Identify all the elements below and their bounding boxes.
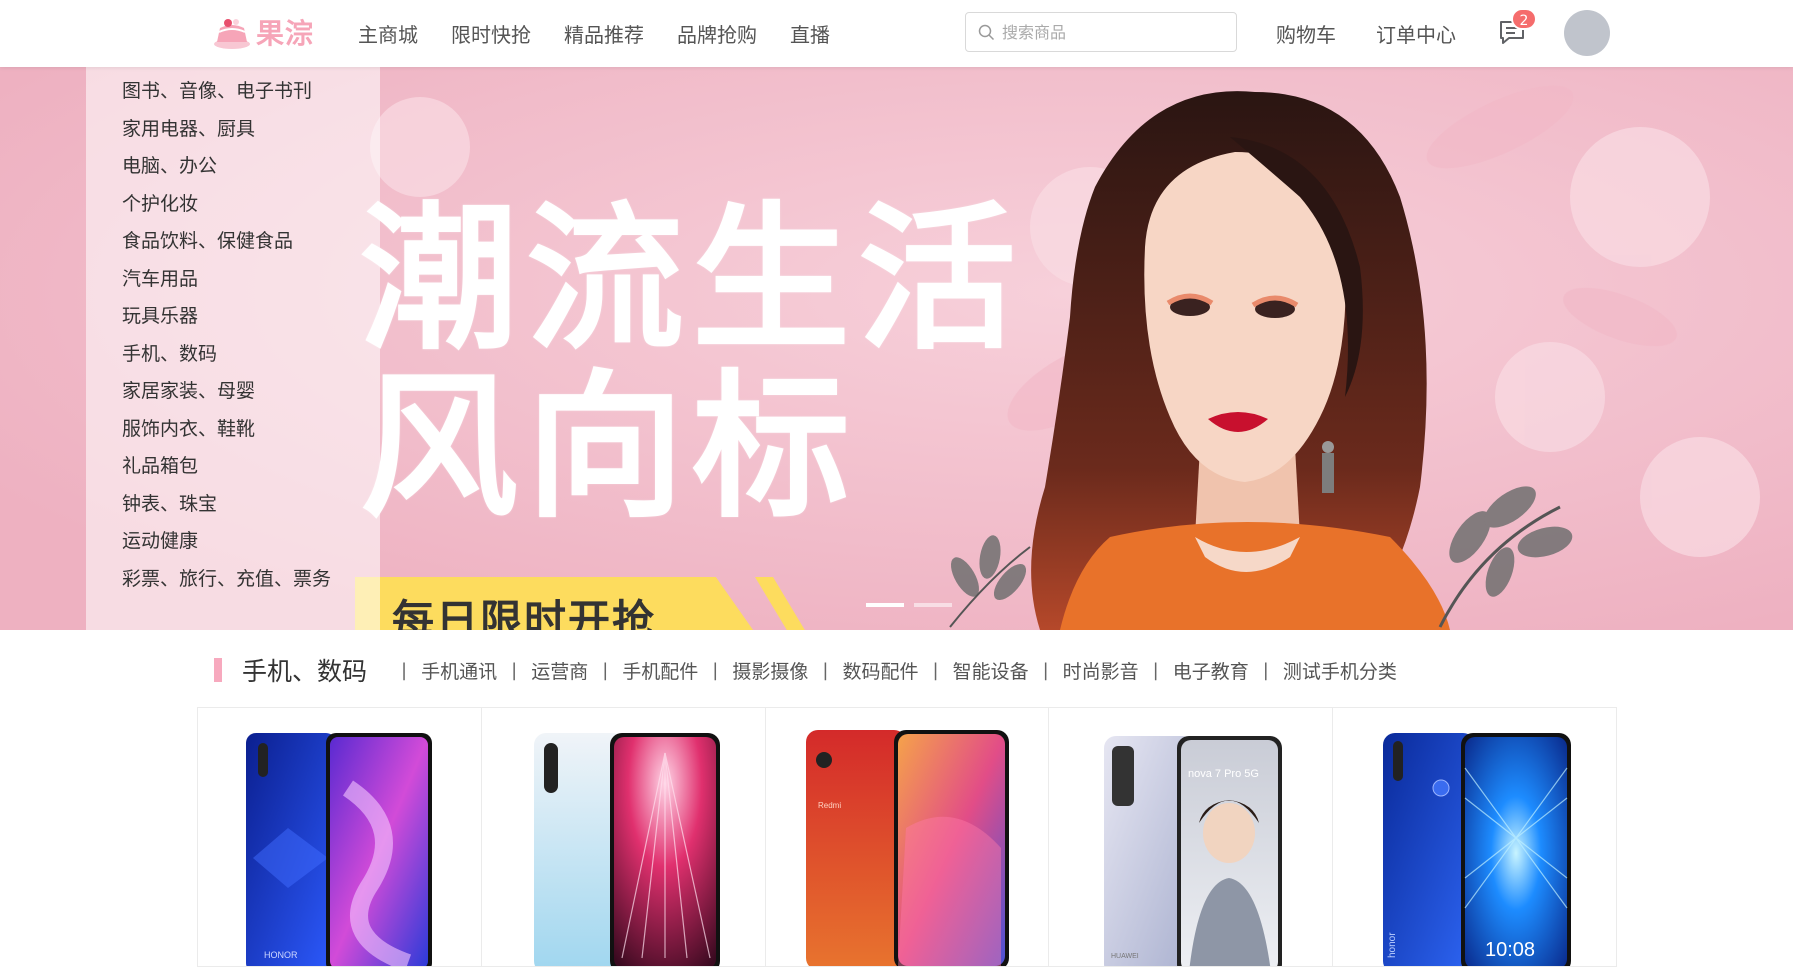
category-item[interactable]: 礼品箱包 (86, 448, 380, 486)
avatar[interactable] (1564, 10, 1610, 56)
cake-logo-icon (214, 19, 250, 49)
site-logo[interactable]: 果淙 (212, 12, 314, 52)
sublink-phone-accessories[interactable]: 手机配件 (622, 657, 698, 684)
separator: | (1262, 659, 1269, 681)
separator: | (401, 659, 408, 681)
carousel-indicators (866, 603, 962, 607)
nav-brand-sale[interactable]: 品牌抢购 (677, 19, 757, 48)
nav-live[interactable]: 直播 (790, 19, 830, 48)
flash-sale-text: 每日限时开抢 (392, 596, 657, 630)
category-item[interactable]: 玩具乐器 (86, 298, 380, 336)
category-item[interactable]: 汽车用品 (86, 261, 380, 299)
separator: | (1152, 659, 1159, 681)
sublink-fashion-audio[interactable]: 时尚影音 (1063, 657, 1139, 684)
phones-section-header: 手机、数码 | 手机通讯 | 运营商 | 手机配件 | 摄影摄像 | 数码配件 … (214, 652, 1397, 688)
product-card[interactable]: HUAWEI nova 7 Pro 5G (1048, 707, 1334, 967)
sublink-camera[interactable]: 摄影摄像 (732, 657, 808, 684)
sublink-carrier[interactable]: 运营商 (531, 657, 588, 684)
nav-flash-sale[interactable]: 限时快抢 (451, 19, 531, 48)
sublink-smart-devices[interactable]: 智能设备 (953, 657, 1029, 684)
separator: | (602, 659, 609, 681)
separator: | (932, 659, 939, 681)
category-item[interactable]: 电脑、办公 (86, 148, 380, 186)
cart-link[interactable]: 购物车 (1276, 19, 1336, 48)
category-item[interactable]: 运动健康 (86, 523, 380, 561)
category-item[interactable]: 服饰内衣、鞋靴 (86, 411, 380, 449)
product-image-phone-honor-blue: honor 10:08 (1383, 733, 1572, 966)
product-screen-text: nova 7 Pro 5G (1188, 768, 1259, 780)
message-count-badge: 2 (1511, 8, 1537, 30)
banner-slogan-line2: 风向标 (360, 355, 858, 540)
product-card[interactable]: honor 10:08 (1332, 707, 1617, 967)
product-image-phone-aurora (533, 733, 720, 966)
section-accent-bar (214, 658, 222, 682)
category-item[interactable]: 个护化妆 (86, 186, 380, 224)
separator: | (511, 659, 518, 681)
main-nav: 主商城 限时快抢 精品推荐 品牌抢购 直播 (358, 0, 863, 67)
sublink-test-category[interactable]: 测试手机分类 (1283, 657, 1397, 684)
product-brand-text: honor (1387, 932, 1398, 958)
product-grid: HONOR Redmi HUAWEI nova 7 Pro 5G honor 1… (197, 707, 1621, 967)
top-header: 果淙 主商城 限时快抢 精品推荐 品牌抢购 直播 购物车 订单中心 2 (0, 0, 1793, 67)
search-icon (978, 24, 995, 40)
category-menu: 图书、音像、电子书刊 家用电器、厨具 电脑、办公 个护化妆 食品饮料、保健食品 … (86, 67, 380, 630)
search-box[interactable] (965, 12, 1237, 52)
orders-link[interactable]: 订单中心 (1376, 19, 1456, 48)
section-title: 手机、数码 (242, 657, 368, 686)
sublink-e-education[interactable]: 电子教育 (1173, 657, 1249, 684)
category-item[interactable]: 彩票、旅行、充值、票务 (86, 561, 380, 599)
nav-recommended[interactable]: 精品推荐 (564, 19, 644, 48)
product-card[interactable]: HONOR (197, 707, 482, 967)
logo-text: 果淙 (256, 17, 315, 50)
header-right-links: 购物车 订单中心 (1276, 0, 1496, 67)
banner-slogan-line1: 潮流生活 (360, 187, 1024, 372)
category-item[interactable]: 家用电器、厨具 (86, 111, 380, 149)
product-image-phone-blue: HONOR (246, 733, 432, 966)
product-brand-text: Redmi (818, 801, 841, 810)
sublink-phone-comm[interactable]: 手机通讯 (421, 657, 497, 684)
sublink-digital-accessories[interactable]: 数码配件 (842, 657, 918, 684)
nav-main-mall[interactable]: 主商城 (358, 19, 418, 48)
category-item[interactable]: 手机、数码 (86, 336, 380, 374)
product-screen-text: 10:08 (1485, 939, 1535, 961)
search-input[interactable] (1002, 22, 1222, 42)
product-image-phone-red: Redmi (805, 730, 1009, 966)
category-item[interactable]: 家居家装、母婴 (86, 373, 380, 411)
separator: | (822, 659, 829, 681)
product-image-phone-silver: HUAWEI nova 7 Pro 5G (1104, 736, 1283, 966)
product-card[interactable] (480, 707, 766, 967)
carousel-dot-1[interactable] (866, 603, 904, 607)
product-card[interactable]: Redmi (764, 707, 1050, 967)
category-item[interactable]: 钟表、珠宝 (86, 486, 380, 524)
category-item[interactable]: 食品饮料、保健食品 (86, 223, 380, 261)
separator: | (712, 659, 719, 681)
category-item[interactable]: 图书、音像、电子书刊 (86, 73, 380, 111)
carousel-dot-2[interactable] (914, 603, 952, 607)
separator: | (1042, 659, 1049, 681)
